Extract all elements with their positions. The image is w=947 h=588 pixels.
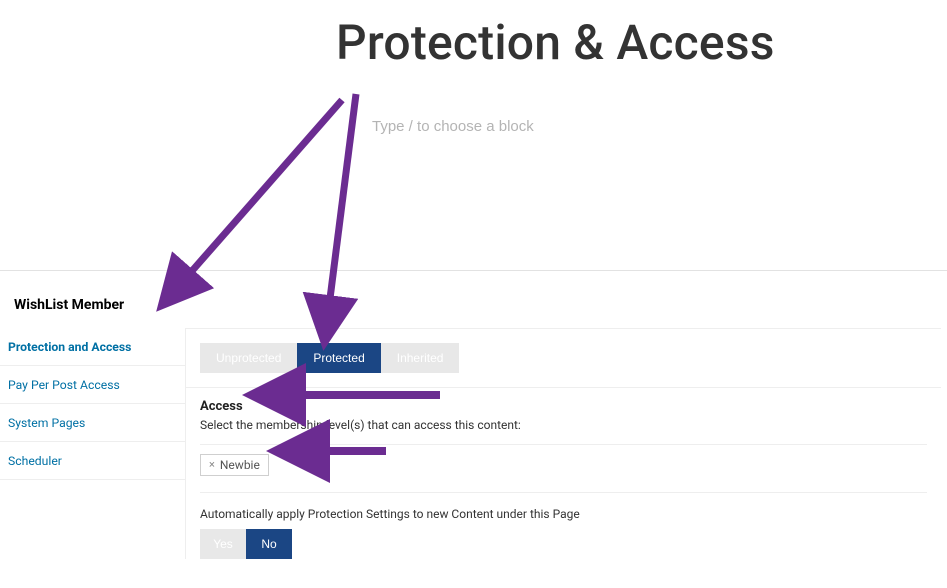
protection-tabs: Unprotected Protected Inherited <box>186 329 941 373</box>
divider <box>0 270 947 271</box>
access-heading: Access <box>186 388 941 416</box>
remove-icon[interactable]: × <box>209 458 215 471</box>
button-label: Yes <box>213 537 233 551</box>
tab-label: Protected <box>313 351 364 365</box>
access-description: Select the membership level(s) that can … <box>186 416 941 440</box>
tab-protected[interactable]: Protected <box>297 343 380 373</box>
page-title[interactable]: Protection & Access <box>336 14 775 71</box>
sidebar-item-scheduler[interactable]: Scheduler <box>0 442 185 480</box>
auto-apply-yes-button[interactable]: Yes <box>200 529 246 559</box>
auto-apply-toggle: Yes No <box>200 529 941 559</box>
access-section: Access Select the membership level(s) th… <box>186 387 941 493</box>
auto-apply-no-button[interactable]: No <box>246 529 292 559</box>
sidebar-item-label: Pay Per Post Access <box>8 378 120 392</box>
auto-apply-description: Automatically apply Protection Settings … <box>200 507 941 521</box>
sidebar: Protection and Access Pay Per Post Acces… <box>0 328 185 480</box>
tab-unprotected[interactable]: Unprotected <box>200 343 297 373</box>
sidebar-item-label: Scheduler <box>8 454 62 468</box>
sidebar-item-protection-and-access[interactable]: Protection and Access <box>0 328 185 366</box>
tab-inherited[interactable]: Inherited <box>381 343 460 373</box>
block-placeholder[interactable]: Type / to choose a block <box>372 118 534 135</box>
membership-level-select[interactable]: × Newbie <box>200 444 927 493</box>
content-panel: Unprotected Protected Inherited Access S… <box>185 328 941 559</box>
tab-label: Inherited <box>397 351 444 365</box>
button-label: No <box>261 537 276 551</box>
level-chip-label: Newbie <box>220 458 260 472</box>
level-chip-newbie[interactable]: × Newbie <box>200 454 269 476</box>
panel-title: WishList Member <box>14 297 124 313</box>
sidebar-item-label: Protection and Access <box>8 340 131 354</box>
editor-header-area: Protection & Access Type / to choose a b… <box>0 0 947 270</box>
sidebar-item-label: System Pages <box>8 416 85 430</box>
tab-label: Unprotected <box>216 351 281 365</box>
sidebar-item-system-pages[interactable]: System Pages <box>0 404 185 442</box>
sidebar-item-pay-per-post[interactable]: Pay Per Post Access <box>0 366 185 404</box>
auto-apply-section: Automatically apply Protection Settings … <box>186 493 941 559</box>
